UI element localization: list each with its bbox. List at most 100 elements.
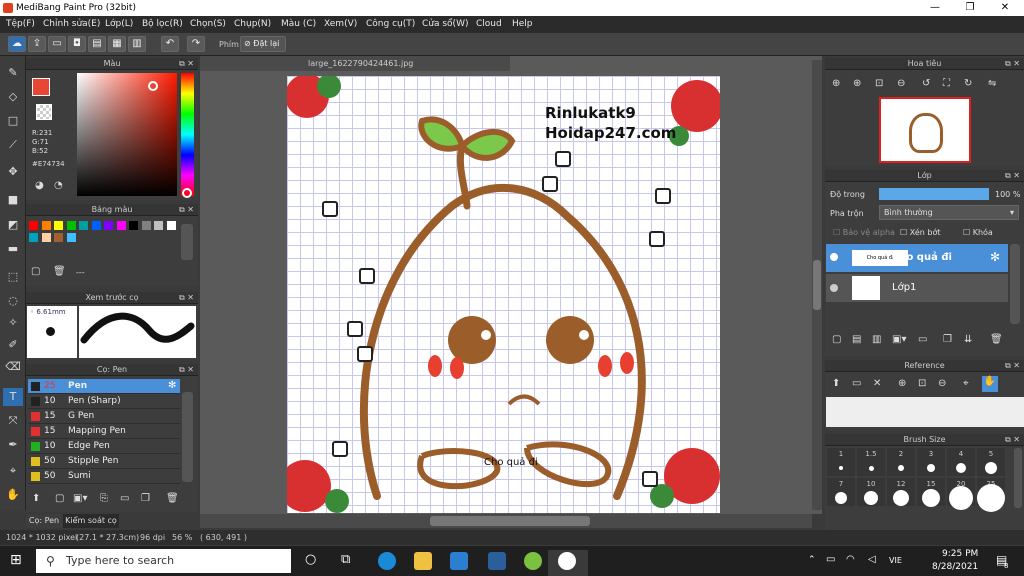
add-brush-icon[interactable]: ⬆ [32,493,40,504]
brush-item[interactable]: 50 Sumi [28,469,180,484]
new-palette-icon[interactable]: ▢ [31,266,40,277]
clock-time[interactable]: 9:25 PM [942,549,978,559]
blend-select[interactable]: Bình thường ▾ [879,205,1019,220]
vertical-scroll-thumb[interactable] [813,260,821,310]
minimize-button[interactable]: — [918,0,952,16]
palette-swatch[interactable] [104,221,113,230]
folder-icon[interactable]: ▭ [120,493,129,504]
reset-button[interactable]: ⊘ Đặt lại [240,36,286,52]
brush-item[interactable]: 10 Edge Pen [28,439,180,454]
clipping-checkbox[interactable]: ☐ Xén bớt [900,228,940,237]
bucket-tool-icon[interactable]: ◩ [3,216,23,234]
language-indicator[interactable]: VIE [889,556,902,565]
close-button[interactable]: ✕ [988,0,1022,16]
palette-swatch[interactable] [54,221,63,230]
flip-icon[interactable]: ⇋ [988,78,996,89]
wifi-icon[interactable]: ◠ [846,554,855,565]
chat-icon[interactable]: ◘ [68,36,86,52]
palette-scrollbar[interactable] [181,224,193,260]
palette-swatch[interactable] [29,233,38,242]
sub-color-swatch[interactable] [36,104,52,120]
color-picker-handle[interactable] [148,81,158,91]
brush-settings-icon[interactable]: ✻ [168,380,176,391]
rectangle-tool-icon[interactable]: □ [3,112,23,130]
zoom-in-icon[interactable]: ⊕ [898,378,906,389]
panel-controls-icon[interactable]: ⧉ ✕ [1005,170,1020,182]
duplicate-icon[interactable]: ❐ [141,493,150,504]
layer-row-lop1[interactable]: Lớp1 [826,274,1008,302]
delete-brush-icon[interactable]: 🗑 [166,493,179,504]
fit-screen-icon[interactable]: ⛶ [943,78,950,89]
chevron-up-icon[interactable]: ⌃ [808,555,816,565]
move-tool-icon[interactable]: ✥ [3,163,23,181]
palette-swatch[interactable] [154,221,163,230]
palette-swatch[interactable] [79,221,88,230]
rotate-left-icon[interactable]: ↺ [922,78,930,89]
palette-swatch[interactable] [166,221,176,230]
hue-slider-handle[interactable] [182,188,192,198]
lock-checkbox[interactable]: ☐ Khóa [963,228,993,237]
fit-icon[interactable]: ⊡ [918,378,926,389]
zoom-in-alt-icon[interactable]: ⊕ [853,78,861,89]
brush-item[interactable]: 50 Stipple Pen [28,454,180,469]
maximize-button[interactable]: ❐ [953,0,987,16]
new-brush-icon[interactable]: ▢ [55,493,64,504]
edge-icon[interactable] [378,552,396,570]
zoom-in-icon[interactable]: ⊕ [832,78,840,89]
document-tab[interactable]: large_1622790424461.jpg [200,56,510,71]
panel-controls-icon[interactable]: ⧉ ✕ [179,292,194,304]
brush-menu-icon[interactable]: ▣▾ [73,493,87,504]
brush-tool-icon[interactable]: ✎ [3,64,23,82]
tab-brush[interactable]: Cọ: Pen [26,514,62,528]
store-icon[interactable] [488,552,506,570]
panel-controls-icon[interactable]: ⧉ ✕ [179,204,194,216]
brush-size-scrollbar[interactable] [1014,448,1022,508]
palette-swatch[interactable] [91,221,101,230]
zoom-out-icon[interactable]: ⊖ [938,378,946,389]
navigator-thumbnail[interactable] [879,97,971,163]
operation-tool-icon[interactable]: ⤧ [3,412,23,430]
file-explorer-icon[interactable] [414,552,432,570]
palette-swatch[interactable] [66,233,76,242]
visibility-icon[interactable] [830,284,838,292]
windows-start-icon[interactable]: ⊞ [10,552,22,568]
undo-icon[interactable]: ↶ [161,36,179,52]
eyedropper-tool-icon[interactable]: ⌖ [3,462,23,480]
panel-icon[interactable]: ▦ [108,36,126,52]
protect-alpha-checkbox[interactable]: ☐ Bảo vệ alpha [833,228,895,237]
hue-slider[interactable] [181,73,194,196]
new-layer-icon[interactable]: ▢ [832,334,841,345]
menu-color[interactable]: Màu (C) [281,19,316,29]
palette-icon[interactable]: ◕ [35,180,44,191]
mail-icon[interactable] [450,552,468,570]
text-tool-icon[interactable]: T [3,388,23,406]
menu-edit[interactable]: Chỉnh sửa(E) [43,19,100,29]
palette-swatch[interactable] [66,221,76,230]
new-8bit-layer-icon[interactable]: ▥ [872,334,881,345]
menu-view[interactable]: Xem(V) [324,19,357,29]
task-view-icon[interactable]: ⧉ [341,552,350,567]
panel-controls-icon[interactable]: ⧉ ✕ [179,58,194,70]
delete-layer-icon[interactable]: 🗑 [990,334,1003,345]
merge-layer-icon[interactable]: ⇊ [964,334,972,345]
cortana-icon[interactable]: ○ [305,552,316,567]
fill-rect-tool-icon[interactable]: ■ [3,191,23,209]
volume-icon[interactable]: ◁ [868,554,876,565]
menu-cloud[interactable]: Cloud [476,19,502,29]
search-box[interactable]: ⚲ Type here to search [36,549,291,573]
eyedropper-icon[interactable]: ⌖ [963,378,969,389]
lasso-tool-icon[interactable]: ◌ [3,292,23,310]
hand-tool-icon[interactable]: ✋ [3,486,23,504]
menu-select[interactable]: Chọn(S) [190,19,226,29]
palette-swatch[interactable] [54,233,63,242]
eraser-tool-icon[interactable]: ◇ [3,88,23,106]
layer-settings-icon[interactable]: ✻ [990,250,1000,264]
brush-item[interactable]: 25 Pen [28,379,180,394]
menu-filter[interactable]: Bộ lọc(R) [142,19,183,29]
main-color-swatch[interactable] [32,78,50,96]
layer-menu-icon[interactable]: ▣▾ [892,334,906,345]
cloud-icon[interactable]: ☁ [8,36,26,52]
horizontal-scroll-thumb[interactable] [430,516,590,526]
menu-window[interactable]: Cửa sổ(W) [422,19,468,29]
magic-wand-tool-icon[interactable]: ✧ [3,314,23,332]
